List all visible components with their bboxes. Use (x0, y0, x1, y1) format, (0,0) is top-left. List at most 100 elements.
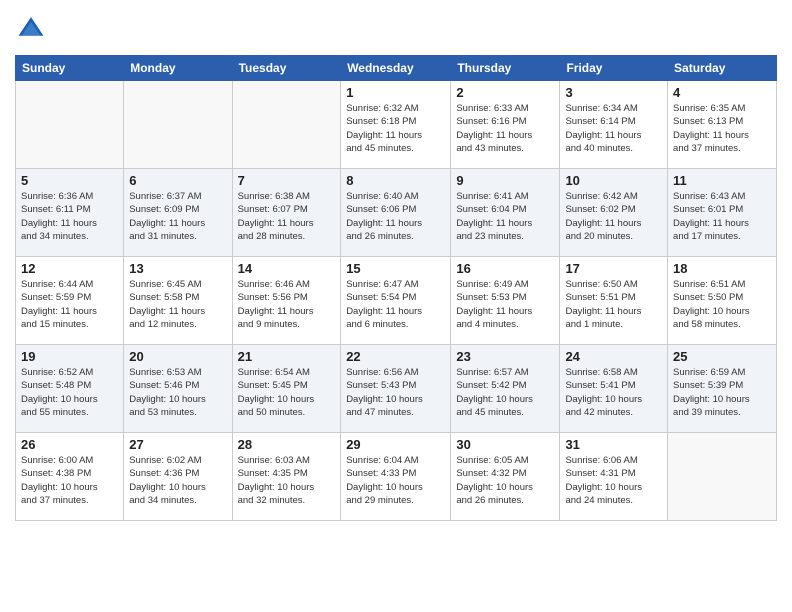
day-info: Sunrise: 6:32 AM Sunset: 6:18 PM Dayligh… (346, 102, 445, 155)
day-number: 15 (346, 261, 445, 276)
day-info: Sunrise: 6:40 AM Sunset: 6:06 PM Dayligh… (346, 190, 445, 243)
day-info: Sunrise: 6:38 AM Sunset: 6:07 PM Dayligh… (238, 190, 336, 243)
day-info: Sunrise: 6:37 AM Sunset: 6:09 PM Dayligh… (129, 190, 226, 243)
calendar-cell (124, 81, 232, 169)
day-number: 26 (21, 437, 118, 452)
day-number: 11 (673, 173, 771, 188)
day-number: 23 (456, 349, 554, 364)
day-info: Sunrise: 6:49 AM Sunset: 5:53 PM Dayligh… (456, 278, 554, 331)
week-row-1: 1Sunrise: 6:32 AM Sunset: 6:18 PM Daylig… (16, 81, 777, 169)
calendar-cell: 1Sunrise: 6:32 AM Sunset: 6:18 PM Daylig… (341, 81, 451, 169)
day-number: 7 (238, 173, 336, 188)
calendar-cell: 23 Sunrise: 6:57 AM Sunset: 5:42 PM Dayli… (451, 345, 560, 433)
day-info: Sunrise: 6:51 AM Sunset: 5:50 PM Dayligh… (673, 278, 771, 331)
calendar-cell: 4Sunrise: 6:35 AM Sunset: 6:13 PM Daylig… (668, 81, 777, 169)
calendar-cell: 2 Sunrise: 6:33 AM Sunset: 6:16 PM Daylig… (451, 81, 560, 169)
day-info: Sunrise: 6:00 AM Sunset: 4:38 PM Dayligh… (21, 454, 118, 507)
weekday-header-monday: Monday (124, 56, 232, 81)
day-info: Sunrise: 6:57 AM Sunset: 5:42 PM Dayligh… (456, 366, 554, 419)
day-info: Sunrise: 6:03 AM Sunset: 4:35 PM Dayligh… (238, 454, 336, 507)
day-info: Sunrise: 6:46 AM Sunset: 5:56 PM Dayligh… (238, 278, 336, 331)
day-info: Sunrise: 6:02 AM Sunset: 4:36 PM Dayligh… (129, 454, 226, 507)
day-number: 2 (456, 85, 554, 100)
week-row-3: 12 Sunrise: 6:44 AM Sunset: 5:59 PM Dayli… (16, 257, 777, 345)
day-info: Sunrise: 6:33 AM Sunset: 6:16 PM Dayligh… (456, 102, 554, 155)
day-number: 27 (129, 437, 226, 452)
calendar-cell: 29Sunrise: 6:04 AM Sunset: 4:33 PM Dayli… (341, 433, 451, 521)
calendar-cell: 3 Sunrise: 6:34 AM Sunset: 6:14 PM Daylig… (560, 81, 668, 169)
day-info: Sunrise: 6:34 AM Sunset: 6:14 PM Dayligh… (565, 102, 662, 155)
weekday-header-friday: Friday (560, 56, 668, 81)
day-number: 17 (565, 261, 662, 276)
weekday-header-thursday: Thursday (451, 56, 560, 81)
day-number: 19 (21, 349, 118, 364)
day-number: 30 (456, 437, 554, 452)
day-info: Sunrise: 6:47 AM Sunset: 5:54 PM Dayligh… (346, 278, 445, 331)
day-number: 6 (129, 173, 226, 188)
calendar-cell: 15 Sunrise: 6:47 AM Sunset: 5:54 PM Dayli… (341, 257, 451, 345)
calendar-cell: 16 Sunrise: 6:49 AM Sunset: 5:53 PM Dayli… (451, 257, 560, 345)
day-info: Sunrise: 6:54 AM Sunset: 5:45 PM Dayligh… (238, 366, 336, 419)
calendar-cell (16, 81, 124, 169)
calendar-cell: 14 Sunrise: 6:46 AM Sunset: 5:56 PM Dayli… (232, 257, 341, 345)
calendar-cell (232, 81, 341, 169)
weekday-header-tuesday: Tuesday (232, 56, 341, 81)
week-row-5: 26 Sunrise: 6:00 AM Sunset: 4:38 PM Dayli… (16, 433, 777, 521)
day-number: 24 (565, 349, 662, 364)
calendar-cell: 19 Sunrise: 6:52 AM Sunset: 5:48 PM Dayli… (16, 345, 124, 433)
calendar-cell: 27 Sunrise: 6:02 AM Sunset: 4:36 PM Dayli… (124, 433, 232, 521)
day-info: Sunrise: 6:41 AM Sunset: 6:04 PM Dayligh… (456, 190, 554, 243)
day-number: 13 (129, 261, 226, 276)
day-info: Sunrise: 6:44 AM Sunset: 5:59 PM Dayligh… (21, 278, 118, 331)
day-info: Sunrise: 6:56 AM Sunset: 5:43 PM Dayligh… (346, 366, 445, 419)
day-number: 5 (21, 173, 118, 188)
week-row-4: 19 Sunrise: 6:52 AM Sunset: 5:48 PM Dayli… (16, 345, 777, 433)
header (15, 10, 777, 47)
day-number: 16 (456, 261, 554, 276)
day-number: 10 (565, 173, 662, 188)
day-number: 3 (565, 85, 662, 100)
day-number: 20 (129, 349, 226, 364)
day-info: Sunrise: 6:06 AM Sunset: 4:31 PM Dayligh… (565, 454, 662, 507)
day-info: Sunrise: 6:53 AM Sunset: 5:46 PM Dayligh… (129, 366, 226, 419)
calendar-cell: 24 Sunrise: 6:58 AM Sunset: 5:41 PM Dayli… (560, 345, 668, 433)
calendar-cell: 18Sunrise: 6:51 AM Sunset: 5:50 PM Dayli… (668, 257, 777, 345)
calendar-cell: 17Sunrise: 6:50 AM Sunset: 5:51 PM Dayli… (560, 257, 668, 345)
day-number: 4 (673, 85, 771, 100)
calendar-cell: 6 Sunrise: 6:37 AM Sunset: 6:09 PM Daylig… (124, 169, 232, 257)
day-info: Sunrise: 6:36 AM Sunset: 6:11 PM Dayligh… (21, 190, 118, 243)
day-number: 31 (565, 437, 662, 452)
calendar-cell: 7 Sunrise: 6:38 AM Sunset: 6:07 PM Daylig… (232, 169, 341, 257)
day-info: Sunrise: 6:58 AM Sunset: 5:41 PM Dayligh… (565, 366, 662, 419)
calendar-cell: 10 Sunrise: 6:42 AM Sunset: 6:02 PM Dayli… (560, 169, 668, 257)
calendar-cell: 11 Sunrise: 6:43 AM Sunset: 6:01 PM Dayli… (668, 169, 777, 257)
calendar-cell: 13Sunrise: 6:45 AM Sunset: 5:58 PM Dayli… (124, 257, 232, 345)
day-number: 29 (346, 437, 445, 452)
day-number: 14 (238, 261, 336, 276)
week-row-2: 5 Sunrise: 6:36 AM Sunset: 6:11 PM Daylig… (16, 169, 777, 257)
calendar-cell: 5 Sunrise: 6:36 AM Sunset: 6:11 PM Daylig… (16, 169, 124, 257)
logo (15, 14, 45, 47)
calendar-cell: 22 Sunrise: 6:56 AM Sunset: 5:43 PM Dayli… (341, 345, 451, 433)
day-number: 28 (238, 437, 336, 452)
day-number: 12 (21, 261, 118, 276)
calendar-table: SundayMondayTuesdayWednesdayThursdayFrid… (15, 55, 777, 521)
calendar-cell: 9 Sunrise: 6:41 AM Sunset: 6:04 PM Daylig… (451, 169, 560, 257)
logo-icon (17, 14, 45, 42)
day-info: Sunrise: 6:52 AM Sunset: 5:48 PM Dayligh… (21, 366, 118, 419)
calendar-cell (668, 433, 777, 521)
day-number: 9 (456, 173, 554, 188)
calendar-cell: 21Sunrise: 6:54 AM Sunset: 5:45 PM Dayli… (232, 345, 341, 433)
day-info: Sunrise: 6:05 AM Sunset: 4:32 PM Dayligh… (456, 454, 554, 507)
day-info: Sunrise: 6:43 AM Sunset: 6:01 PM Dayligh… (673, 190, 771, 243)
calendar-cell: 26 Sunrise: 6:00 AM Sunset: 4:38 PM Dayli… (16, 433, 124, 521)
day-info: Sunrise: 6:42 AM Sunset: 6:02 PM Dayligh… (565, 190, 662, 243)
day-number: 8 (346, 173, 445, 188)
day-number: 22 (346, 349, 445, 364)
main-container: SundayMondayTuesdayWednesdayThursdayFrid… (0, 0, 792, 531)
weekday-header-wednesday: Wednesday (341, 56, 451, 81)
calendar-cell: 20 Sunrise: 6:53 AM Sunset: 5:46 PM Dayli… (124, 345, 232, 433)
weekday-header-sunday: Sunday (16, 56, 124, 81)
day-info: Sunrise: 6:59 AM Sunset: 5:39 PM Dayligh… (673, 366, 771, 419)
calendar-cell: 25Sunrise: 6:59 AM Sunset: 5:39 PM Dayli… (668, 345, 777, 433)
